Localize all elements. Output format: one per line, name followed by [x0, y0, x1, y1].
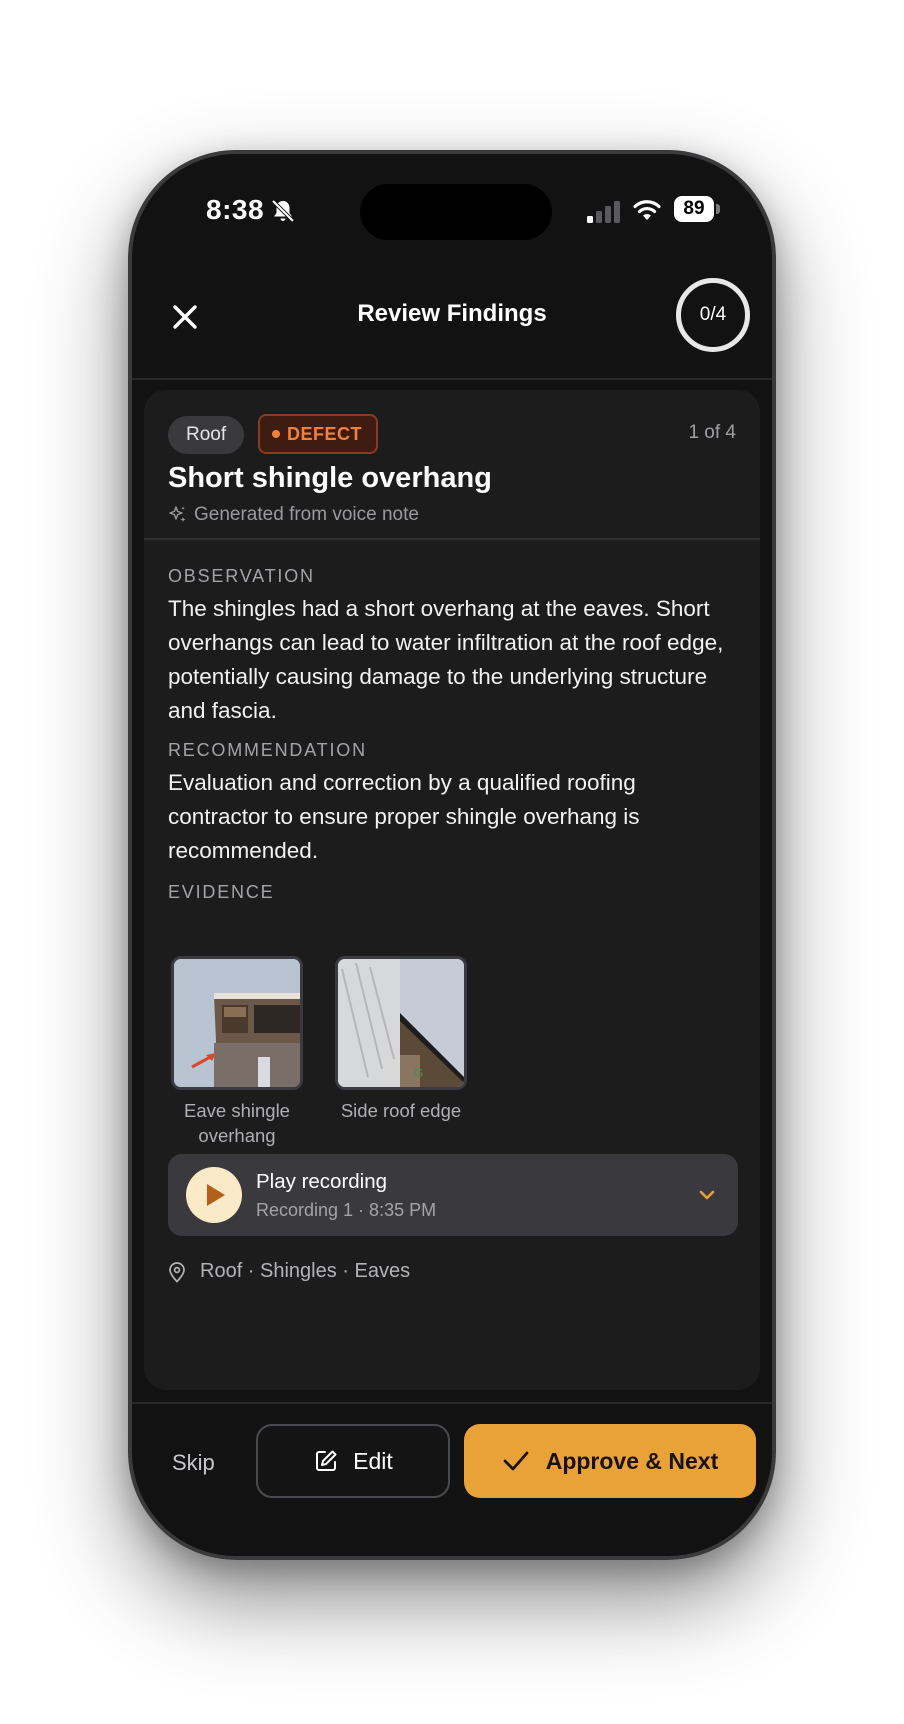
edit-icon [316, 1450, 337, 1471]
location-row: Roof · Shingles · Eaves [168, 1260, 410, 1283]
approve-next-button[interactable]: Approve & Next [464, 1424, 756, 1498]
severity-dot [272, 430, 280, 438]
source-row: Generated from voice note [168, 504, 419, 526]
battery-tip [716, 204, 720, 214]
evidence-photo-eave[interactable] [171, 956, 303, 1090]
app-screen: 8:38 89 Review Findings 0/4 Roof DEFECT … [132, 154, 772, 1556]
recording-subtitle: Recording 1 · 8:35 PM [256, 1200, 437, 1220]
recording-player[interactable]: Play recording Recording 1 · 8:35 PM [168, 1154, 738, 1236]
wifi-icon [633, 200, 661, 220]
sparkle-icon [169, 506, 186, 522]
eave-photo-image [174, 959, 300, 1087]
evidence-caption: Side roof edge [340, 1100, 462, 1121]
evidence-photo-side[interactable]: G [335, 956, 467, 1090]
finding-title: Short shingle overhang [168, 462, 492, 494]
severity-label: DEFECT [287, 424, 362, 444]
recommendation-text: Evaluation and correction by a qualified… [168, 770, 640, 863]
edit-button[interactable]: Edit [256, 1424, 450, 1498]
signal-icon [587, 201, 620, 223]
evidence-caption: Eave shingle overhang [184, 1100, 290, 1146]
evidence-item[interactable]: G Side roof edge [332, 956, 470, 1148]
observation-text: The shingles had a short overhang at the… [168, 596, 724, 723]
severity-badge: DEFECT [258, 414, 378, 454]
finding-card: Roof DEFECT 1 of 4 Short shingle overhan… [144, 390, 760, 1390]
recommendation-label: RECOMMENDATION [168, 740, 367, 760]
card-divider [144, 538, 760, 540]
phone-frame: 8:38 89 Review Findings 0/4 Roof DEFECT … [128, 150, 776, 1560]
side-roof-photo-image: G [338, 959, 464, 1087]
skip-button[interactable]: Skip [172, 1450, 215, 1476]
edit-label: Edit [353, 1447, 393, 1474]
location-pin-icon [169, 1261, 185, 1283]
svg-text:G: G [414, 1066, 423, 1080]
battery-icon: 89 [674, 196, 714, 222]
footer-divider [132, 1402, 772, 1404]
approve-label: Approve & Next [545, 1447, 719, 1474]
checkmark-icon [503, 1451, 529, 1471]
category-chip: Roof [168, 416, 245, 454]
dynamic-island [360, 184, 552, 240]
observation-label: OBSERVATION [168, 566, 315, 586]
evidence-list: Eave shingle overhang G Side roof edge [168, 956, 496, 1148]
recording-title: Play recording [256, 1170, 388, 1193]
location-text: Roof · Shingles · Eaves [200, 1260, 411, 1282]
status-time: 8:38 [206, 194, 265, 225]
chevron-down-icon[interactable] [696, 1184, 718, 1206]
progress-indicator: 0/4 [676, 278, 750, 352]
play-icon[interactable] [186, 1167, 242, 1223]
finding-counter: 1 of 4 [688, 422, 736, 443]
source-text: Generated from voice note [194, 504, 419, 525]
bell-slash-icon [271, 199, 295, 223]
evidence-label: EVIDENCE [168, 882, 275, 902]
evidence-item[interactable]: Eave shingle overhang [168, 956, 306, 1148]
header-divider [132, 378, 772, 380]
